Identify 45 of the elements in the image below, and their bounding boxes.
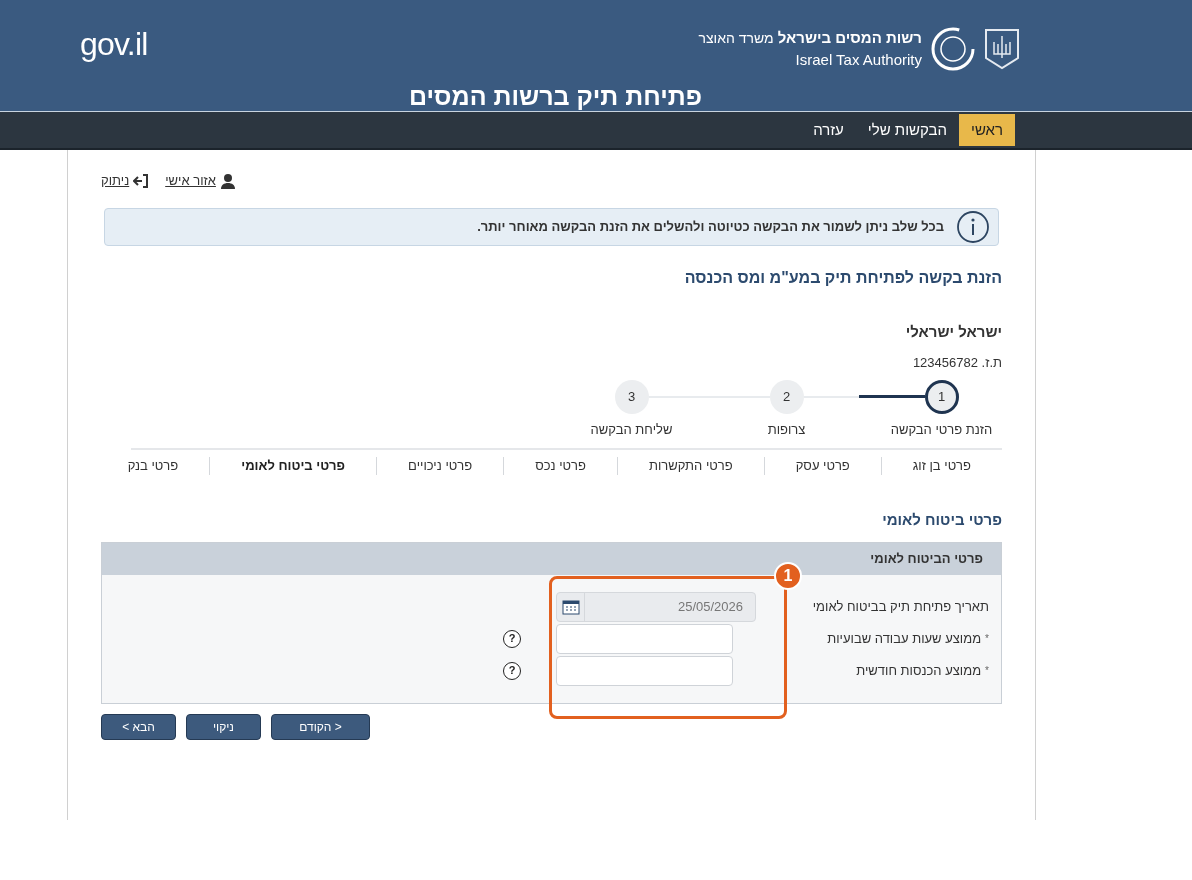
calendar-icon[interactable] <box>561 598 580 615</box>
step-label: שליחת הבקשה <box>590 421 673 439</box>
step-label: הזנת פרטי הבקשה <box>890 421 993 439</box>
field-label: ממוצע שעות עבודה שבועיות <box>827 629 982 648</box>
logout-link[interactable]: ניתוק <box>101 164 150 198</box>
nav-tab[interactable]: עזרה <box>801 114 856 146</box>
personal-area-link[interactable]: אזור אישי <box>165 164 236 198</box>
ministry-name: משרד האוצר <box>698 28 774 48</box>
step-label: צרופות <box>767 421 806 439</box>
user-icon <box>219 173 236 189</box>
section-tab[interactable]: פרטי ניכויים <box>377 455 504 476</box>
logout-icon <box>133 173 150 189</box>
form-title: הזנת בקשה לפתיחת תיק במע"מ ומס הכנסה <box>684 269 1002 286</box>
help-icon[interactable]: ? <box>503 629 521 648</box>
brand-logo: gov.il <box>80 28 148 60</box>
info-icon <box>956 210 990 244</box>
page-heading: פתיחת תיק ברשות המסים <box>409 82 702 110</box>
section-tab[interactable]: פרטי נכס <box>504 455 617 476</box>
section-tab[interactable]: פרטי בנק <box>96 455 210 476</box>
section-tab[interactable]: פרטי התקשרות <box>617 455 764 476</box>
section-tab[interactable]: פרטי בן זוג <box>881 455 1002 476</box>
help-icon[interactable]: ? <box>503 661 521 680</box>
section-tab[interactable]: פרטי עסק <box>764 455 881 476</box>
field-label: ממוצע הכנסות חודשית <box>856 661 982 680</box>
info-message: בכל שלב ניתן לשמור את הבקשה כטיוטה ולהשלים את הזנת הבקשה מאוחר יותר. <box>477 218 944 237</box>
authority-english-name: Israel Tax Authority <box>795 50 922 70</box>
required-mark: * <box>985 664 989 678</box>
section-title: פרטי ביטוח לאומי <box>882 510 1002 528</box>
date-field[interactable]: 25/05/2026 <box>556 591 756 622</box>
input-field[interactable] <box>556 623 733 654</box>
emblem-icon <box>984 28 1020 70</box>
clear-button[interactable]: ניקוי <box>186 713 261 740</box>
nav-tab[interactable]: הבקשות שלי <box>855 114 959 146</box>
field-label: תאריך פתיחת תיק בביטוח לאומי <box>812 597 989 616</box>
applicant-id: ת.ז. 123456782 <box>912 355 1002 370</box>
section-tab[interactable]: פרטי ביטוח לאומי <box>210 455 377 476</box>
authority-name: רשות המסים בישראל <box>777 27 922 48</box>
authority-logo-icon <box>930 26 976 72</box>
previous-button[interactable]: < הקודם <box>271 713 370 740</box>
input-field[interactable] <box>556 655 733 686</box>
required-mark: * <box>985 632 989 646</box>
applicant-name: ישראל ישראלי <box>905 323 1002 340</box>
nav-tab[interactable]: ראשי <box>959 114 1015 146</box>
panel-title: פרטי הביטוח לאומי <box>870 549 983 568</box>
next-button[interactable]: הבא > <box>101 713 176 740</box>
